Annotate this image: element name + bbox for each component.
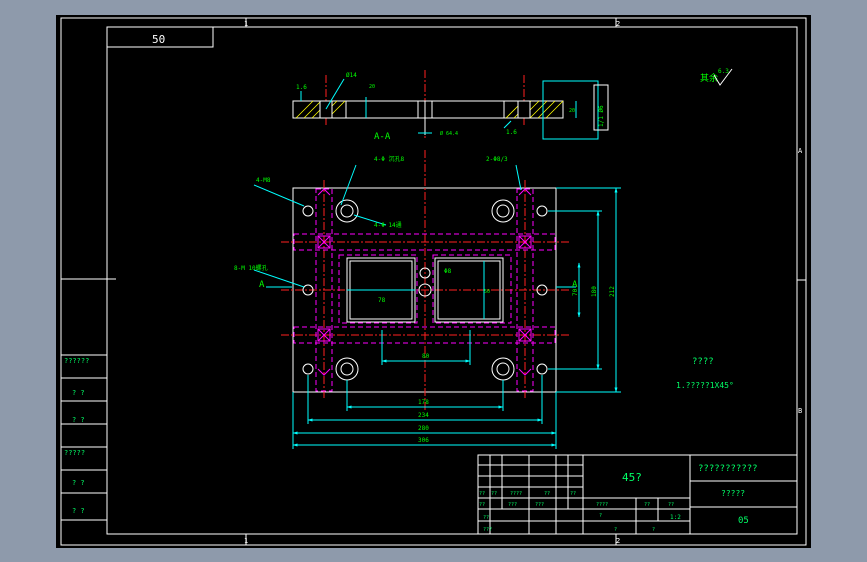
left-row-2: ? ? xyxy=(72,416,85,424)
cad-viewport[interactable]: 1 2 1 2 A B 50 ?????? ? ? ? ? ????? ? ? … xyxy=(0,0,867,562)
left-row-3: ????? xyxy=(64,449,85,457)
section-mark-left: A xyxy=(259,280,265,290)
title-drawing-code: ????? xyxy=(721,489,745,498)
title-sheet-code: 05 xyxy=(738,516,749,526)
technical-requirements: ???? 1.?????1X45° xyxy=(676,357,734,390)
title-stage-value-1: ? xyxy=(614,527,617,533)
section-side-dim-a: 20 xyxy=(569,108,575,114)
title-stage-label-2: ?? xyxy=(668,502,674,508)
inner-border xyxy=(106,26,798,535)
callout-4m: 4-M8 xyxy=(256,177,271,184)
title-sign-0: ?? xyxy=(479,502,485,508)
section-roughness-right: 1.6 xyxy=(506,129,517,136)
window-height-label: 50 xyxy=(484,289,490,295)
title-part-name: ??????????? xyxy=(698,464,758,474)
roughness-note: 其余 6.3 xyxy=(700,68,733,86)
vdim-212: 212 xyxy=(609,286,616,297)
dim-306: 306 xyxy=(418,437,429,444)
drawing-canvas: 1 2 1 2 A B 50 ?????? ? ? ? ? ????? ? ? … xyxy=(60,17,807,546)
roughness-note-value: 6.3 xyxy=(718,68,729,75)
callout-pin: 2-Φ8/3 xyxy=(486,156,508,163)
dim-pitch-80: 80 xyxy=(422,353,430,360)
section-dim-height: 20 xyxy=(369,84,375,90)
tech-line-1: 1.?????1X45° xyxy=(676,381,734,390)
title-scale: 1:2 xyxy=(670,514,681,521)
section-side-dim-b: 1/1 Ø6 xyxy=(598,105,605,127)
title-rev-cell-0: ?? xyxy=(479,491,485,497)
left-row-0: ?????? xyxy=(64,357,89,365)
zone-label-top-2: 2 xyxy=(616,20,620,28)
callout-through: 4-Φ 14通 xyxy=(374,221,402,229)
zone-label-right-a: A xyxy=(798,147,803,155)
section-dim-slot: Ø 64.4 xyxy=(440,130,458,137)
left-column-table: ?????? ? ? ? ? ????? ? ? ? ? xyxy=(61,278,116,521)
title-stage-label-1: ?? xyxy=(644,502,650,508)
section-view: 1.6 Ø14 20 A-A Ø 64.4 1.6 20 1/1 Ø6 xyxy=(292,70,609,142)
title-stage-value-0: ? xyxy=(599,513,602,519)
title-rev-cell-3: ?? xyxy=(544,491,550,497)
section-mark-right: A xyxy=(572,280,578,290)
drawing-sheet[interactable]: 1 2 1 2 A B 50 ?????? ? ? ? ? ????? ? ? … xyxy=(56,15,811,548)
callout-counterbore: 4-Φ 沉孔8 xyxy=(374,155,404,163)
title-approve-1: ??? xyxy=(483,527,492,533)
stamp-number: 50 xyxy=(152,33,165,46)
left-row-4: ? ? xyxy=(72,479,85,487)
zone-label-top-1: 1 xyxy=(244,20,248,28)
left-row-1: ? ? xyxy=(72,389,85,397)
section-roughness-left: 1.6 xyxy=(296,84,307,91)
left-row-5: ? ? xyxy=(72,507,85,515)
zone-label-bottom-1: 1 xyxy=(244,537,248,545)
title-rev-cell-2: ???? xyxy=(510,491,522,497)
dim-234: 234 xyxy=(418,412,429,419)
callout-tapped: 8-M 10螺孔 xyxy=(234,264,268,272)
section-dim-hole: Ø14 xyxy=(346,72,357,79)
vdim-70: 70 xyxy=(572,288,579,296)
title-sign-1: ??? xyxy=(508,502,517,508)
title-rev-cell-4: ?? xyxy=(570,491,576,497)
vdim-180: 180 xyxy=(591,286,598,297)
center-hole-label: Φ8 xyxy=(444,268,452,275)
window-width-label: 78 xyxy=(378,297,386,304)
title-approve-0: ?? xyxy=(483,515,489,521)
title-sign-2: ??? xyxy=(535,502,544,508)
dim-280: 280 xyxy=(418,425,429,432)
plan-view: 4-M8 4-Φ 沉孔8 4-Φ 14通 2-Φ8/3 8-M 10螺孔 A A… xyxy=(234,150,621,449)
title-stage-label-0: ???? xyxy=(596,502,608,508)
title-stage-value-2: ? xyxy=(652,527,655,533)
tech-heading: ???? xyxy=(692,357,714,367)
zone-label-bottom-2: 2 xyxy=(616,537,620,545)
zone-label-right-b: B xyxy=(798,407,802,415)
title-material: 45? xyxy=(622,471,642,484)
title-rev-cell-1: ?? xyxy=(491,491,497,497)
section-label: A-A xyxy=(374,132,391,142)
dim-178: 178 xyxy=(418,399,429,406)
